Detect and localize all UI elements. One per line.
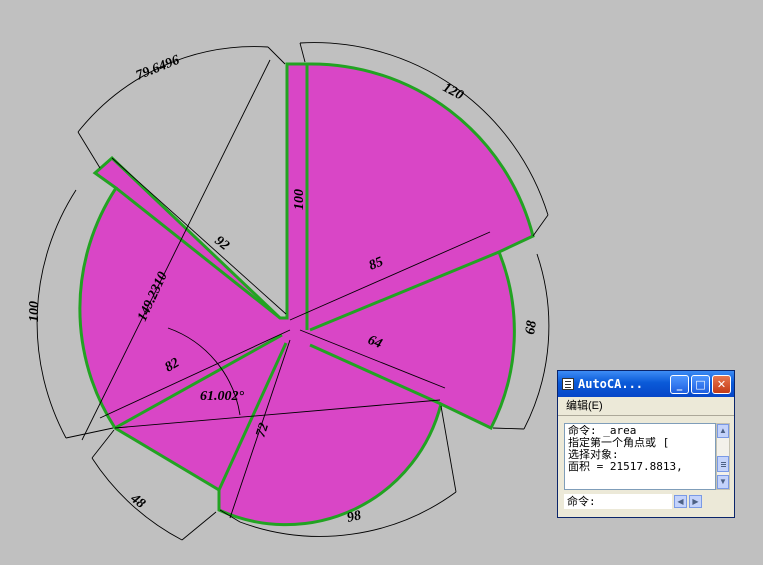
autocad-icon[interactable] bbox=[562, 378, 574, 390]
arrow-right-icon: ▶ bbox=[692, 496, 699, 506]
command-input[interactable]: 命令: bbox=[564, 493, 672, 509]
close-button[interactable]: ✕ bbox=[712, 374, 731, 394]
dim-98: 98 bbox=[346, 508, 363, 526]
arrow-up-icon: ▲ bbox=[719, 426, 727, 435]
menu-edit[interactable]: 编辑(E) bbox=[566, 400, 603, 412]
command-prompt-row: 命令: ◀ ▶ bbox=[564, 493, 730, 509]
close-icon: ✕ bbox=[716, 377, 727, 391]
scroll-right-button[interactable]: ▶ bbox=[689, 494, 702, 508]
dim-120: 120 bbox=[440, 80, 466, 103]
scroll-thumb[interactable] bbox=[717, 456, 729, 472]
vertical-scrollbar[interactable]: ▲ ▼ bbox=[716, 423, 730, 490]
maximize-icon: □ bbox=[695, 377, 706, 391]
arrow-down-icon: ▼ bbox=[719, 477, 727, 486]
dim-100-left: 100 bbox=[27, 301, 42, 322]
scroll-left-button[interactable]: ◀ bbox=[674, 494, 687, 508]
minimize-icon: _ bbox=[676, 377, 683, 391]
arrow-left-icon: ◀ bbox=[677, 496, 684, 506]
dim-79-6496: 79.6496 bbox=[134, 53, 182, 84]
history-line: 指定第一个角点或 [ bbox=[568, 437, 670, 449]
menu-bar: 编辑(E) bbox=[558, 397, 734, 416]
minimize-button[interactable]: _ bbox=[670, 374, 689, 394]
command-history[interactable]: 命令: _area 指定第一个角点或 [ 选择对象: 面积 = 21517.88… bbox=[564, 423, 716, 490]
dim-68: 68 bbox=[523, 320, 540, 336]
dim-100-top: 100 bbox=[292, 189, 307, 210]
scroll-down-button[interactable]: ▼ bbox=[717, 475, 729, 489]
history-line: 选择对象: bbox=[568, 449, 619, 461]
history-line: 命令: _area bbox=[568, 425, 637, 437]
maximize-button[interactable]: □ bbox=[691, 374, 710, 394]
dim-48: 48 bbox=[127, 491, 148, 512]
dim-92: 92 bbox=[212, 233, 232, 253]
dim-angle: 61.002° bbox=[200, 389, 245, 404]
window-title: AutoCA... bbox=[578, 377, 644, 391]
command-window-titlebar[interactable]: AutoCA... _ □ ✕ bbox=[558, 371, 734, 397]
history-line: 面积 = 21517.8813, bbox=[568, 461, 683, 473]
command-window[interactable]: AutoCA... _ □ ✕ 编辑(E) 命令: _area 指定第一个角点或… bbox=[557, 370, 735, 518]
scroll-up-button[interactable]: ▲ bbox=[717, 424, 729, 438]
